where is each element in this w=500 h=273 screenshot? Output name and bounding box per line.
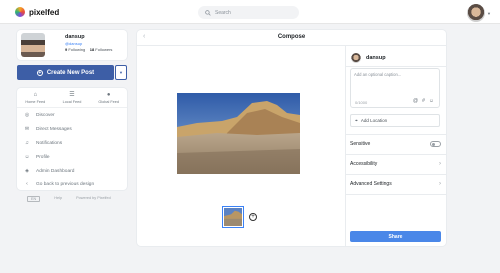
add-location-button[interactable]: ⌖ Add Location (350, 114, 440, 127)
tab-home-feed[interactable]: ⌂ Home Feed (17, 88, 54, 107)
search-icon (205, 9, 211, 16)
menu-item-discover[interactable]: ◎ Discover (24, 112, 55, 118)
create-new-post-label: Create New Post (46, 69, 95, 76)
profile-avatar[interactable] (21, 33, 45, 57)
sensitive-toggle[interactable] (430, 141, 441, 147)
caption-tools: @ # ☺ (413, 98, 434, 104)
caption-char-count: 0/1000 (355, 100, 368, 105)
chevron-left-icon: ‹ (26, 181, 28, 187)
create-new-post-button[interactable]: + Create New Post (17, 65, 114, 80)
chevron-right-icon: › (439, 161, 441, 167)
tab-global-feed-label: Global Feed (98, 99, 120, 104)
chevron-down-icon[interactable]: ▼ (487, 11, 491, 16)
add-location-label: Add Location (360, 118, 388, 123)
menu-item-label: Admin Dashboard (36, 168, 75, 174)
accessibility-label: Accessibility (350, 161, 378, 167)
tab-global-feed[interactable]: ● Global Feed (90, 88, 127, 107)
profile-stats: 9 Following 18 Followers (65, 47, 112, 52)
menu-item-previous-design[interactable]: ‹ Go back to previous design (24, 181, 94, 187)
user-icon: ☺ (24, 154, 30, 160)
menu-item-notifications[interactable]: ♫ Notifications (24, 140, 62, 146)
compose-username: dansup (366, 55, 386, 61)
caption-field[interactable]: 0/1000 @ # ☺ (350, 68, 440, 108)
advanced-settings-label: Advanced Settings (350, 181, 392, 187)
advanced-settings-row[interactable]: Advanced Settings › (350, 174, 441, 194)
tab-home-feed-label: Home Feed (25, 99, 46, 104)
media-preview (177, 93, 300, 174)
followers-count: 18 (89, 47, 95, 52)
menu-item-profile[interactable]: ☺ Profile (24, 154, 50, 160)
following-label[interactable]: Following (68, 47, 85, 52)
menu-item-label: Profile (36, 154, 50, 160)
home-icon: ⌂ (33, 91, 38, 98)
menu-item-label: Notifications (36, 140, 63, 146)
compose-panel: ‹ Compose + dansup Add an optional capti… (137, 30, 446, 246)
share-button[interactable]: Share (350, 231, 441, 242)
chevron-right-icon: › (439, 181, 441, 187)
compose-title: Compose (277, 34, 306, 40)
tab-local-feed-label: Local Feed (62, 99, 82, 104)
map-pin-icon: ⌖ (355, 117, 358, 124)
top-navbar: pixelfed ▼ (0, 0, 500, 24)
pixelfed-logo-icon (15, 7, 25, 17)
emoji-icon[interactable]: ☺ (429, 98, 434, 104)
panel-divider (345, 46, 346, 246)
profile-card: dansup @dansup 9 Following 18 Followers (17, 30, 127, 60)
profile-handle[interactable]: @dansup (65, 41, 82, 46)
app-logo[interactable]: pixelfed (15, 7, 59, 17)
feed-tabs: ⌂ Home Feed ☰ Local Feed ● Global Feed (17, 88, 127, 108)
search-bar[interactable] (198, 6, 299, 19)
compass-icon: ◎ (24, 112, 30, 118)
globe-icon: ● (106, 91, 111, 98)
message-icon: ✉ (24, 126, 30, 132)
user-avatar[interactable] (467, 4, 485, 22)
sensitive-label: Sensitive (350, 141, 371, 147)
language-selector[interactable]: EN (27, 196, 41, 202)
menu-item-label: Go back to previous design (36, 181, 95, 187)
menu-item-direct-messages[interactable]: ✉ Direct Messages (24, 126, 72, 132)
sensitive-toggle-row[interactable]: Sensitive (350, 134, 441, 154)
hashtag-icon[interactable]: # (422, 98, 425, 104)
chevron-down-icon: ▼ (119, 70, 123, 75)
shield-icon: ◈ (25, 168, 29, 174)
followers-label[interactable]: Followers (95, 47, 112, 52)
navigation-menu: ⌂ Home Feed ☰ Local Feed ● Global Feed ◎… (17, 88, 127, 190)
app-name: pixelfed (29, 7, 60, 17)
menu-item-admin-dashboard[interactable]: ◈ Admin Dashboard (24, 168, 74, 174)
help-link[interactable]: Help (54, 196, 62, 202)
add-media-icon[interactable]: + (249, 213, 257, 221)
compose-user-avatar (351, 53, 361, 63)
footer-links: EN Help Powered by Pixelfed (27, 196, 111, 202)
divider (346, 194, 446, 195)
mention-icon[interactable]: @ (413, 98, 418, 104)
media-thumbnail[interactable] (222, 206, 244, 228)
profile-display-name[interactable]: dansup (65, 34, 85, 40)
compose-header: ‹ Compose (137, 30, 446, 46)
tab-local-feed[interactable]: ☰ Local Feed (54, 88, 91, 107)
following-count: 9 (65, 47, 68, 52)
divider (346, 66, 446, 67)
caption-input[interactable] (354, 72, 438, 90)
create-post-dropdown-button[interactable]: ▼ (115, 65, 127, 80)
menu-item-label: Discover (36, 112, 55, 118)
plus-circle-icon: + (36, 69, 43, 76)
powered-by-link[interactable]: Powered by Pixelfed (76, 196, 111, 202)
search-input[interactable] (215, 9, 295, 16)
bell-icon: ♫ (25, 140, 29, 146)
list-icon: ☰ (69, 91, 75, 98)
accessibility-row[interactable]: Accessibility › (350, 154, 441, 174)
menu-item-label: Direct Messages (36, 126, 72, 132)
